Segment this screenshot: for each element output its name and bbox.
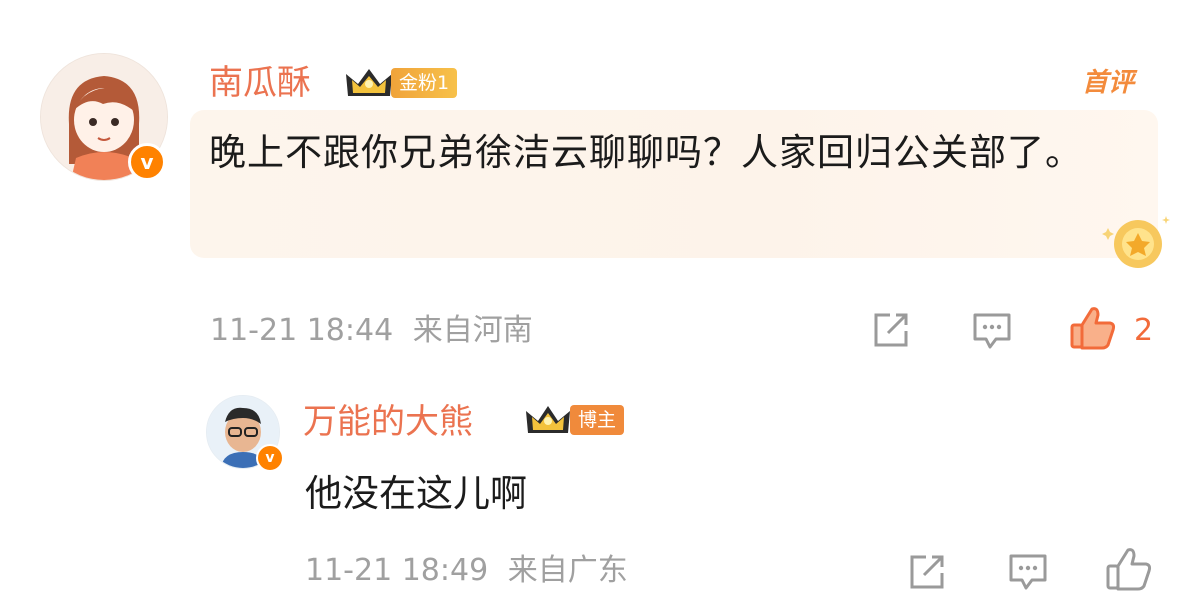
share-icon[interactable]	[870, 309, 912, 351]
reply-verified-v-icon: v	[256, 444, 284, 472]
comment-item: v 南瓜酥 金粉1 首评 晚上不跟你兄弟徐洁云聊聊吗？人家回归公关部了。 11-…	[0, 0, 1191, 372]
blogger-badge: 博主	[570, 405, 625, 435]
like-count: 2	[1134, 313, 1154, 348]
reply-crown-icon	[526, 406, 570, 433]
verified-v-icon: v	[128, 143, 166, 181]
comment-username[interactable]: 南瓜酥	[209, 63, 311, 103]
comment-icon[interactable]	[970, 309, 1014, 353]
reply-meta: 11-21 18:49 来自广东	[305, 553, 628, 589]
first-comment-label: 首评	[1082, 68, 1135, 98]
reply-share-icon[interactable]	[906, 551, 948, 593]
reply-like-icon[interactable]	[1104, 544, 1154, 594]
medal-icon	[1102, 216, 1170, 268]
reply-time: 11-21 18:49	[305, 553, 489, 588]
crown-icon	[346, 69, 392, 96]
like-icon[interactable]	[1068, 303, 1118, 353]
comment-location: 来自河南	[412, 313, 533, 348]
reply-username[interactable]: 万能的大熊	[303, 402, 473, 442]
reply-text: 他没在这儿啊	[305, 472, 527, 515]
reply-comment-icon[interactable]	[1006, 550, 1050, 594]
reply-location: 来自广东	[507, 553, 628, 588]
fan-level-badge: 金粉1	[391, 68, 458, 98]
comment-meta: 11-21 18:44 来自河南	[210, 313, 533, 349]
comment-text: 晚上不跟你兄弟徐洁云聊聊吗？人家回归公关部了。	[209, 131, 1083, 174]
comment-time: 11-21 18:44	[210, 313, 394, 348]
